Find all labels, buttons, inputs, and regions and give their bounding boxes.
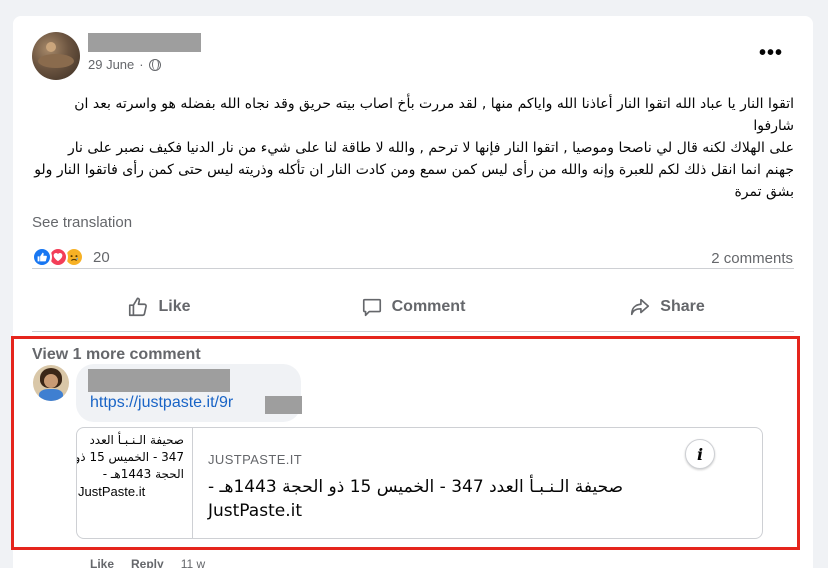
comment-reply-button[interactable]: Reply — [131, 557, 164, 568]
author-name-redacted[interactable] — [88, 33, 201, 52]
reaction-count: 20 — [93, 248, 110, 266]
like-reaction-icon — [32, 247, 52, 267]
reactions-summary[interactable]: 20 — [32, 247, 110, 267]
post-body-line: جهنم انما انقل ذلك لكم للعبرة وإنه والله… — [34, 162, 794, 178]
author-avatar[interactable] — [32, 32, 80, 80]
post-actions: Like Comment Share — [32, 284, 794, 330]
comment-button[interactable]: Comment — [286, 284, 540, 330]
divider — [32, 268, 794, 269]
comment-label: Comment — [391, 298, 466, 315]
post-meta: 29 June · — [88, 57, 161, 72]
highlight-box — [11, 336, 800, 550]
share-button[interactable]: Share — [540, 284, 794, 330]
post-body: اتقوا النار يا عباد الله اتقوا النار أعا… — [32, 93, 794, 203]
more-icon[interactable]: ••• — [759, 43, 783, 63]
comment-actions: Like Reply 11 w — [90, 557, 205, 568]
comment-icon — [362, 298, 381, 317]
post-date[interactable]: 29 June — [88, 57, 134, 72]
like-button[interactable]: Like — [32, 284, 286, 330]
like-label: Like — [158, 298, 191, 315]
divider — [32, 331, 794, 332]
share-icon — [631, 298, 650, 316]
see-translation-link[interactable]: See translation — [32, 214, 132, 231]
post-body-line: على الهلاك لكنه قال لي ناصحا وموصيا , ات… — [67, 140, 794, 156]
post-body-line: بشق تمرة — [734, 184, 794, 200]
post-body-line: اتقوا النار يا عباد الله اتقوا النار أعا… — [74, 96, 794, 134]
share-label: Share — [660, 298, 705, 315]
comment-like-button[interactable]: Like — [90, 557, 114, 568]
comment-count[interactable]: 2 comments — [711, 250, 793, 267]
meta-separator: · — [139, 57, 144, 72]
globe-icon[interactable] — [148, 58, 161, 71]
like-icon — [129, 297, 148, 317]
comment-timestamp[interactable]: 11 w — [181, 557, 205, 568]
